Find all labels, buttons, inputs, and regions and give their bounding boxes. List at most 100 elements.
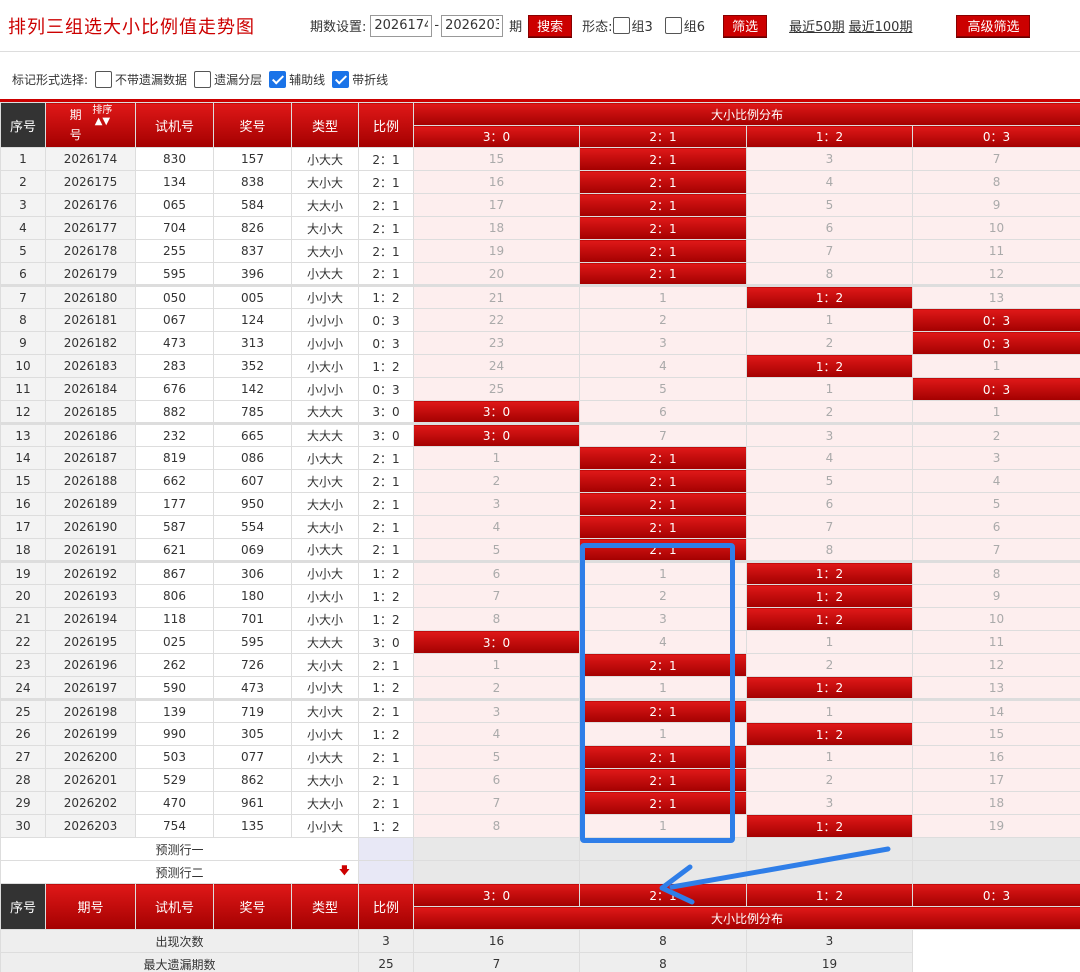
- row-period: 2026198: [45, 698, 136, 723]
- row-test-number: 830: [135, 147, 214, 171]
- predict-row-1-ratio[interactable]: [358, 837, 414, 861]
- stat-value: 8: [579, 952, 747, 972]
- arrow-down-icon[interactable]: 🡇: [339, 862, 350, 881]
- dist-miss-cell: 2: [911, 422, 1080, 447]
- row-seq: 11: [0, 377, 46, 401]
- row-type: 小小大: [291, 676, 359, 700]
- group3-checkbox[interactable]: [612, 17, 630, 34]
- row-ratio: 1：2: [358, 607, 414, 631]
- predict-cell[interactable]: [413, 837, 580, 861]
- dist-miss-cell: 7: [413, 584, 580, 608]
- footer-dist-col: 1：2: [746, 883, 913, 907]
- dist-miss-cell: 13: [911, 676, 1080, 700]
- table-row: 4 2026177 704 826 大小大 2：1 18 2：1 6 10: [0, 216, 1080, 240]
- dist-miss-cell: 1: [746, 377, 913, 401]
- col-period-header[interactable]: 期号 排序 ▲▼: [45, 102, 136, 148]
- predict-cell[interactable]: [579, 860, 747, 884]
- recent-100-link[interactable]: 最近100期: [849, 16, 913, 35]
- dist-miss-cell: 3: [413, 698, 580, 723]
- row-period: 2026183: [45, 354, 136, 378]
- recent-50-link[interactable]: 最近50期: [789, 16, 845, 35]
- row-prize-number: 352: [213, 354, 292, 378]
- dist-hit-cell: 3：0: [413, 400, 580, 424]
- predict-row-2-ratio[interactable]: [358, 860, 414, 884]
- row-seq: 16: [0, 492, 46, 516]
- dist-hit-cell: 1：2: [746, 354, 913, 378]
- row-ratio: 2：1: [358, 653, 414, 677]
- row-type: 小小小: [291, 331, 359, 355]
- advanced-filter-button[interactable]: 高级筛选: [956, 14, 1031, 37]
- row-prize-number: 313: [213, 331, 292, 355]
- mark-option-checkbox[interactable]: [194, 71, 212, 88]
- group3-label: 组3: [631, 20, 653, 35]
- period-start-input[interactable]: [370, 14, 433, 37]
- row-period: 2026181: [45, 308, 136, 332]
- row-prize-number: 554: [213, 515, 292, 539]
- mark-option-checkbox[interactable]: [95, 71, 113, 88]
- predict-cell[interactable]: [579, 837, 747, 861]
- row-seq: 4: [0, 216, 46, 240]
- row-ratio: 2：1: [358, 193, 414, 217]
- mark-option-checkbox[interactable]: [332, 71, 350, 88]
- sort-arrows-icon[interactable]: ▲▼: [95, 116, 110, 127]
- filter-button[interactable]: 筛选: [723, 14, 768, 37]
- row-type: 大大大: [291, 630, 359, 654]
- row-prize-number: 157: [213, 147, 292, 171]
- mark-option[interactable]: 遗漏分层: [191, 71, 262, 88]
- row-prize-number: 607: [213, 469, 292, 493]
- table-row: 25 2026198 139 719 大小大 2：1 3 2：1 1 14: [0, 698, 1080, 723]
- stat-value: 7: [413, 952, 580, 972]
- period-end-input[interactable]: [441, 14, 504, 37]
- predict-cell[interactable]: [413, 860, 580, 884]
- dist-miss-cell: 1: [911, 400, 1080, 424]
- dist-miss-cell: 7: [746, 239, 913, 263]
- predict-cell[interactable]: [911, 860, 1080, 884]
- predict-cell[interactable]: [746, 860, 913, 884]
- dist-miss-cell: 6: [746, 216, 913, 240]
- row-seq: 30: [0, 814, 46, 838]
- dist-miss-cell: 8: [413, 607, 580, 631]
- row-period: 2026178: [45, 239, 136, 263]
- predict-row-1-label: 预测行一: [0, 837, 359, 861]
- mark-option[interactable]: 辅助线: [266, 71, 325, 88]
- dist-miss-cell: 16: [413, 170, 580, 194]
- dist-miss-cell: 7: [911, 147, 1080, 171]
- row-seq: 17: [0, 515, 46, 539]
- group6-checkbox[interactable]: [664, 17, 682, 34]
- mark-option-label: 不带遗漏数据: [115, 73, 188, 87]
- dist-col-header: 2：1: [579, 125, 747, 148]
- row-seq: 14: [0, 446, 46, 470]
- predict-cell[interactable]: [746, 837, 913, 861]
- row-seq: 19: [0, 560, 46, 585]
- row-prize-number: 396: [213, 262, 292, 286]
- row-ratio: 2：1: [358, 446, 414, 470]
- row-period: 2026175: [45, 170, 136, 194]
- row-period: 2026186: [45, 422, 136, 447]
- dist-miss-cell: 19: [413, 239, 580, 263]
- row-ratio: 2：1: [358, 147, 414, 171]
- footer-seq-header: 序号: [0, 883, 46, 930]
- search-button[interactable]: 搜索: [528, 14, 573, 37]
- dist-miss-cell: 6: [413, 768, 580, 792]
- row-test-number: 590: [135, 676, 214, 700]
- dist-miss-cell: 5: [746, 193, 913, 217]
- dist-hit-cell: 2：1: [579, 239, 747, 263]
- row-seq: 7: [0, 284, 46, 309]
- row-period: 2026179: [45, 262, 136, 286]
- predict-cell[interactable]: [911, 837, 1080, 861]
- mark-option-checkbox[interactable]: [269, 71, 287, 88]
- mark-option[interactable]: 不带遗漏数据: [92, 71, 187, 88]
- row-period: 2026176: [45, 193, 136, 217]
- row-ratio: 2：1: [358, 698, 414, 723]
- col-prize-header: 奖号: [213, 102, 292, 148]
- row-test-number: 529: [135, 768, 214, 792]
- row-type: 小小大: [291, 284, 359, 309]
- row-type: 小小大: [291, 814, 359, 838]
- sort-control[interactable]: 排序 ▲▼: [92, 105, 112, 127]
- row-seq: 28: [0, 768, 46, 792]
- dist-miss-cell: 15: [413, 147, 580, 171]
- row-ratio: 1：2: [358, 722, 414, 746]
- row-period: 2026189: [45, 492, 136, 516]
- mark-option[interactable]: 带折线: [329, 71, 388, 88]
- row-period: 2026185: [45, 400, 136, 424]
